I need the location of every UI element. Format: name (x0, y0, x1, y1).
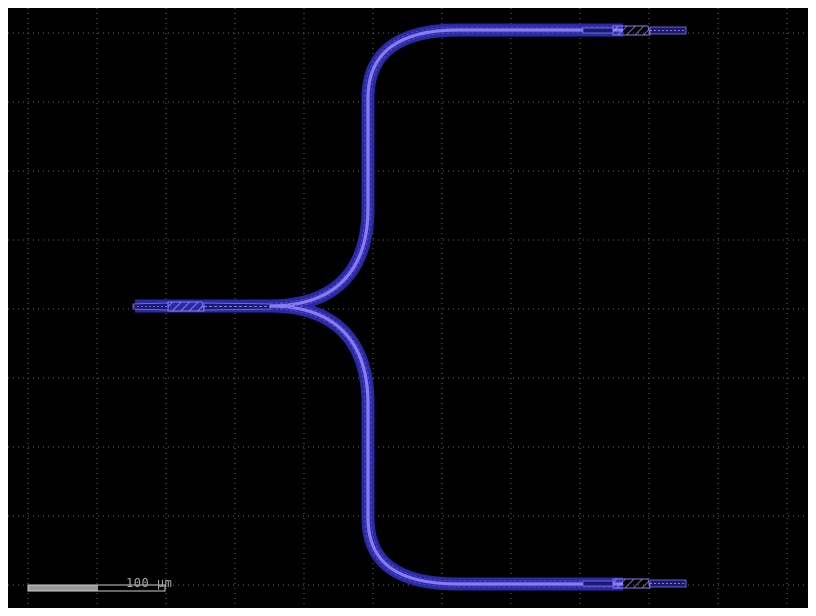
upper-branch-core (269, 28, 623, 308)
grid (8, 8, 808, 608)
lower-branch-cladding (269, 299, 623, 591)
output-taper-bottom-hatched (612, 578, 651, 589)
layout-canvas (8, 8, 808, 608)
output-taper-top-hatched (612, 25, 651, 36)
lower-branch-core (269, 304, 623, 586)
input-taper-hatched (167, 301, 205, 312)
layout-viewport[interactable]: 100 µm (8, 8, 808, 608)
waveguide-edge-lines (269, 26, 623, 588)
scale-bar-label: 100 µm (126, 576, 173, 590)
input-taper (132, 301, 271, 312)
upper-branch-cladding (269, 23, 623, 313)
scale-bar-filled (28, 585, 98, 591)
